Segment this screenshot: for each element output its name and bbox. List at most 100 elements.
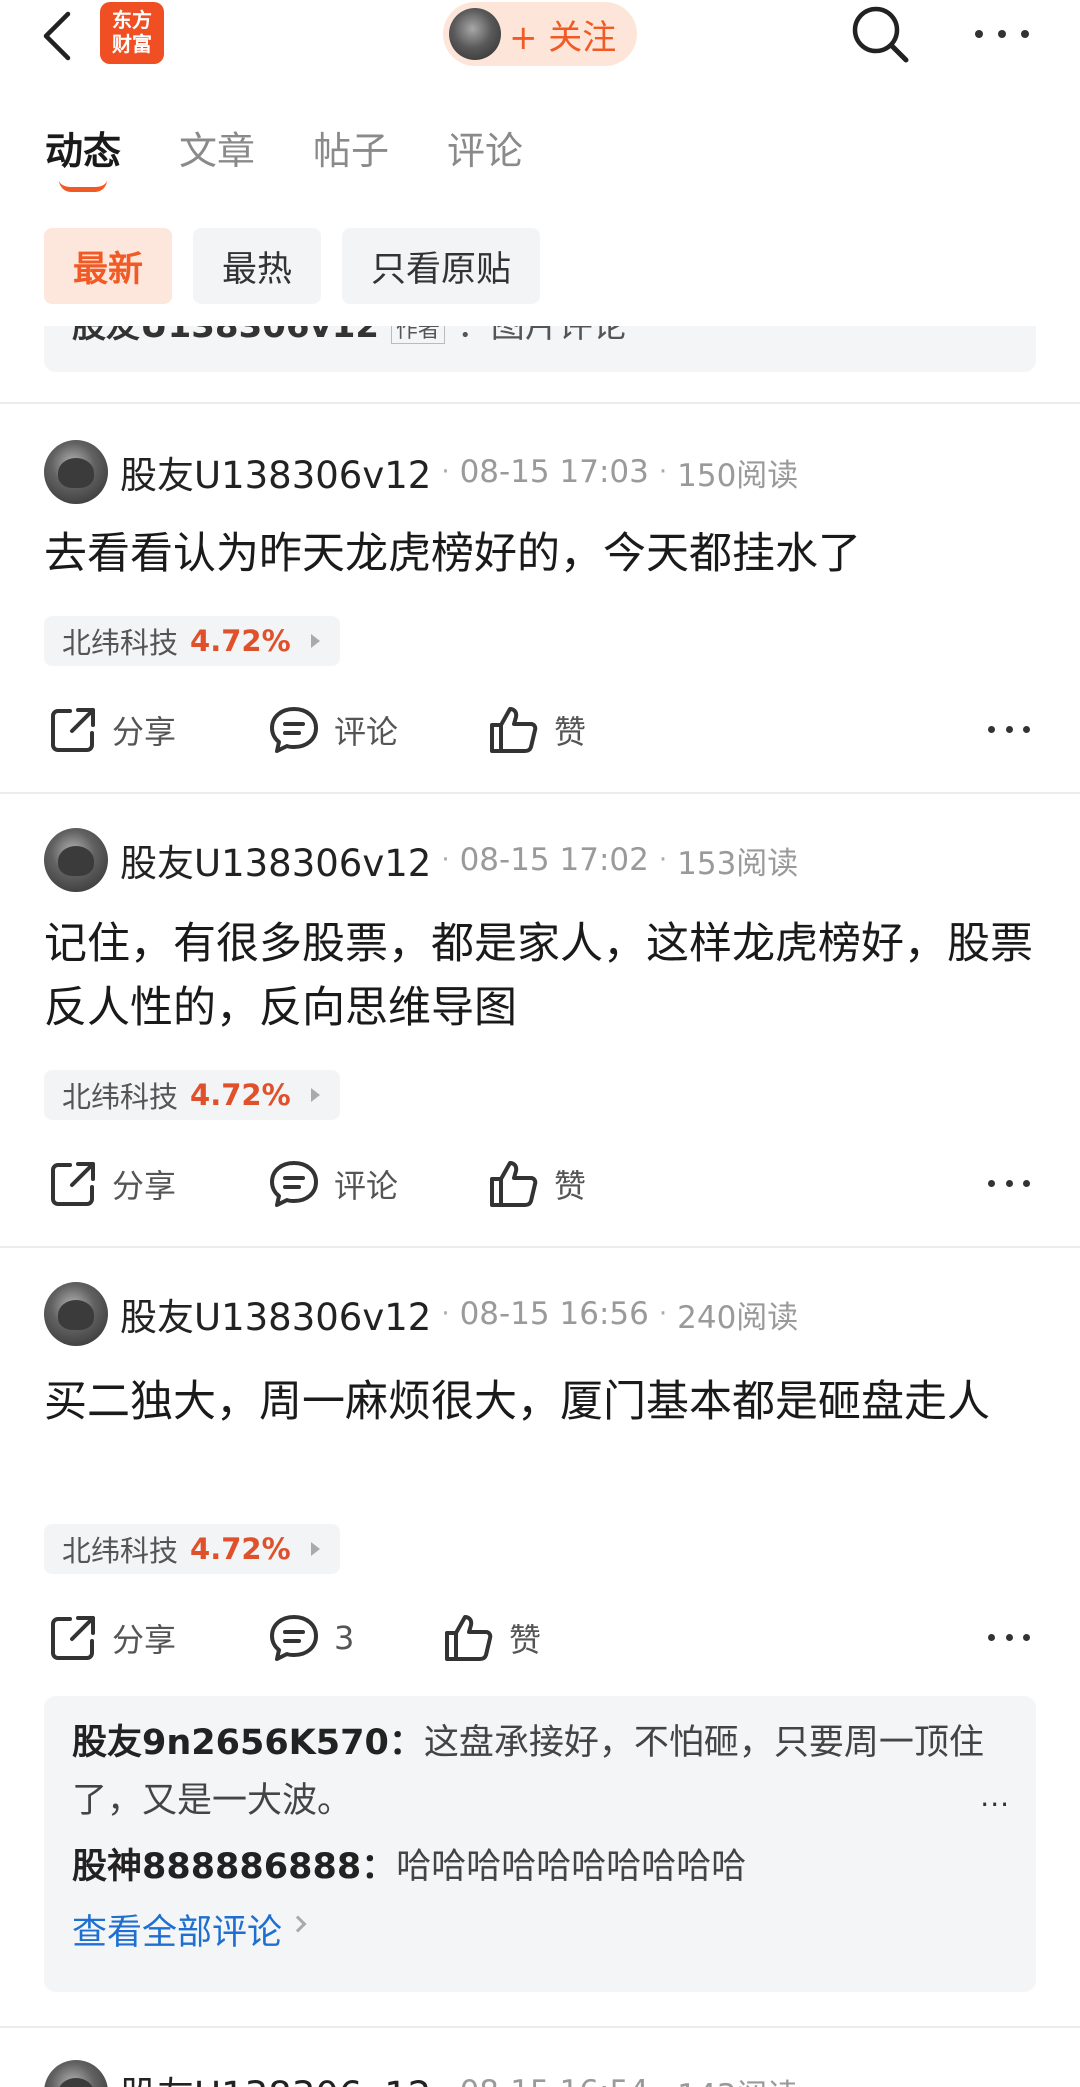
comment-text: 哈哈哈哈哈哈哈哈哈哈 [396,1847,747,1887]
post-time: 08-15 17:02 [459,842,649,878]
follow-button[interactable]: + 关注 [443,2,637,66]
share-icon [51,1616,95,1660]
comment-bubble-icon [270,707,318,753]
divider [0,402,1080,404]
caret-right-icon [310,1088,320,1102]
dot-icon [1005,1180,1013,1187]
filter-original-only[interactable]: 只看原贴 [342,228,541,304]
post-meta: 股友U138306v12 · 08-15 17:02 · 153阅读 [44,828,798,892]
avatar [449,8,501,60]
post-author[interactable]: 股友U138306v12 [120,1287,431,1341]
share-icon [51,708,95,752]
content-tabs: 动态 文章 帖子 评论 [45,120,581,200]
like-button[interactable]: 赞 [488,1154,586,1214]
stock-name: 北纬科技 [62,1534,179,1568]
dot-icon [1023,1180,1030,1187]
dot-icon [998,30,1006,38]
sort-filters: 最新 最热 只看原贴 [44,228,561,304]
like-button[interactable]: 赞 [488,700,586,760]
comments-preview[interactable]: 股友9n2656K570：这盘承接好，不怕砸，只要周一顶住了，又是一大波。 ..… [44,1696,1036,1992]
tab-comments[interactable]: 评论 [447,120,523,200]
dot-icon [988,1634,995,1641]
post-author[interactable]: 股友U138306v12 [120,833,431,887]
dot-icon [1023,1634,1030,1641]
post-actions: 分享 评论 赞 [0,700,1080,760]
read-count: 240阅读 [677,1299,799,1336]
view-all-comments-link[interactable]: 查看全部评论 [72,1904,1008,1974]
comment-user: 股友U138306v12 [72,326,380,346]
more-options-button[interactable] [975,14,1029,54]
search-button[interactable] [850,4,910,64]
comment-item[interactable]: 股友9n2656K570：这盘承接好，不怕砸，只要周一顶住了，又是一大波。 ..… [72,1714,1010,1830]
thumbs-up-icon [445,1615,493,1661]
tab-articles[interactable]: 文章 [179,120,255,200]
filter-latest[interactable]: 最新 [44,228,173,304]
stock-name: 北纬科技 [62,626,179,660]
stock-change: 4.72% [190,1078,291,1112]
previous-comment-card[interactable]: 股友U138306v12 作者 ：图片评论 [44,326,1036,372]
post-more-button[interactable] [988,726,1030,734]
avatar[interactable] [44,828,108,892]
dot-icon [1005,1634,1013,1641]
dot-icon [1021,30,1029,38]
share-icon [51,1162,95,1206]
comment-button[interactable]: 评论 [268,700,398,760]
comment-bubble-icon [270,1615,318,1661]
chevron-left-icon [43,11,71,61]
post-more-button[interactable] [988,1180,1030,1188]
comment-count: 3 [334,1619,355,1657]
post-meta: 股友U138306v12 · 08-15 17:03 · 150阅读 [44,440,798,504]
filter-hottest[interactable]: 最热 [193,228,322,304]
comment-user[interactable]: 股友9n2656K570： [72,1723,424,1763]
read-count: 143阅读 [677,2070,798,2087]
stock-tag[interactable]: 北纬科技 4.72% [44,616,340,666]
tab-dynamic[interactable]: 动态 [45,120,121,200]
post-actions: 分享 评论 赞 [0,1154,1080,1214]
avatar[interactable] [44,1282,108,1346]
comment-item[interactable]: 股神888886888：哈哈哈哈哈哈哈哈哈哈 [72,1838,1008,1896]
post-meta: 股友U138306v12 · 08-15 16:54 · 143阅读 [44,2060,798,2087]
post-author[interactable]: 股友U138306v12 [120,445,431,499]
comment-button[interactable]: 评论 [268,1154,398,1214]
app-logo[interactable]: 东方 财富 [100,2,164,64]
share-button[interactable]: 分享 [48,1608,176,1668]
comment-user[interactable]: 股神888886888： [72,1847,396,1887]
like-button[interactable]: 赞 [443,1608,541,1668]
follow-label: + 关注 [509,17,617,58]
share-button[interactable]: 分享 [48,1154,176,1214]
thumbs-up-icon [490,1161,538,1207]
more-icon: ... [980,1780,1010,1813]
divider [0,792,1080,794]
dot-icon [988,726,995,733]
share-button[interactable]: 分享 [48,700,176,760]
avatar[interactable] [44,440,108,504]
comment-button[interactable]: 3 [268,1608,354,1668]
thumbs-up-icon [490,707,538,753]
post-more-button[interactable] [988,1634,1030,1642]
stock-tag[interactable]: 北纬科技 4.72% [44,1070,340,1120]
dot-icon [975,30,983,38]
back-button[interactable] [42,8,82,64]
post-author[interactable]: 股友U138306v12 [120,2065,431,2087]
author-badge: 作者 [390,326,445,344]
tab-posts[interactable]: 帖子 [313,120,389,200]
active-tab-indicator [59,180,107,192]
stock-change: 4.72% [190,624,291,658]
stock-change: 4.72% [190,1532,291,1566]
post-body[interactable]: 买二独大，周一麻烦很大，厦门基本都是砸盘走人 [44,1370,1034,1434]
caret-right-icon [310,634,320,648]
post-time: 08-15 16:56 [459,1296,649,1332]
dot-icon [1005,726,1013,733]
top-bar: 东方 财富 + 关注 [0,0,1080,96]
stock-name: 北纬科技 [62,1080,179,1114]
dot-icon [988,1180,995,1187]
avatar[interactable] [44,2060,108,2087]
post-body[interactable]: 去看看认为昨天龙虎榜好的，今天都挂水了 [44,522,1034,586]
divider [0,1246,1080,1248]
search-icon [852,6,909,63]
post-body[interactable]: 记住，有很多股票，都是家人，这样龙虎榜好，股票反人性的，反向思维导图 [44,912,1034,1040]
divider [0,2026,1080,2028]
stock-tag[interactable]: 北纬科技 4.72% [44,1524,340,1574]
post-actions: 分享 3 赞 [0,1608,1080,1668]
chevron-right-icon [289,1915,307,1933]
